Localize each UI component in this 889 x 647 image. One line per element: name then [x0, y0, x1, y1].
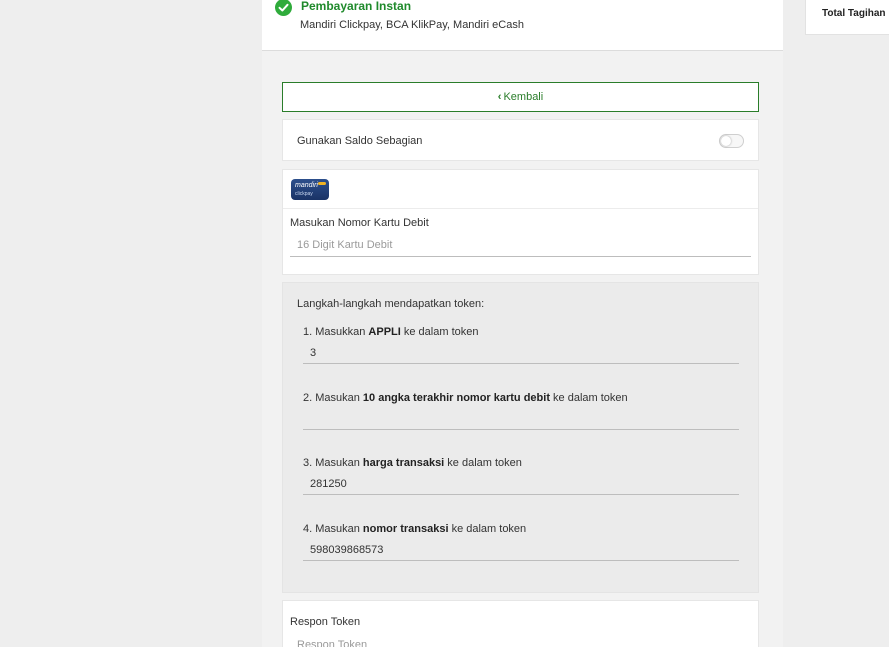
partial-balance-label: Gunakan Saldo Sebagian — [297, 135, 423, 147]
instant-payment-methods: Mandiri Clickpay, BCA KlikPay, Mandiri e… — [300, 19, 524, 31]
bank-logo-row: mandiri clickpay — [283, 170, 758, 209]
step-4-emphasis: nomor transaksi — [362, 523, 449, 535]
instant-payment-title: Pembayaran Instan — [301, 0, 412, 13]
back-button-label: Kembali — [503, 91, 544, 103]
logo-stripe — [318, 182, 326, 185]
step-4-label: 4. Masukan nomor transaksi ke dalam toke… — [303, 523, 526, 535]
debit-card-label: Masukan Nomor Kartu Debit — [290, 217, 429, 229]
step-1-prefix: 1. Masukkan — [303, 326, 369, 338]
step-2-label: 2. Masukan 10 angka terakhir nomor kartu… — [303, 392, 628, 404]
token-heading: Langkah-langkah mendapatkan token: — [297, 298, 485, 310]
step-3-label: 3. Masukan harga transaksi ke dalam toke… — [303, 457, 522, 469]
mandiri-clickpay-logo: mandiri clickpay — [291, 179, 329, 200]
step-4-prefix: 4. Masukan — [303, 523, 363, 535]
token-response-input[interactable] — [290, 634, 751, 647]
step-1-input[interactable] — [303, 342, 739, 364]
step-1-label: 1. Masukkan APPLI ke dalam token — [303, 326, 478, 338]
chevron-left-icon: ‹ — [497, 91, 502, 103]
step-2-suffix: ke dalam token — [549, 392, 628, 404]
logo-subtext: clickpay — [295, 191, 313, 197]
order-summary-card: Total Tagihan — [805, 0, 889, 35]
step-2-emphasis: 10 angka terakhir nomor kartu debit — [362, 392, 550, 404]
total-bill-label: Total Tagihan — [822, 8, 886, 19]
instant-payment-header: Pembayaran Instan Mandiri Clickpay, BCA … — [262, 0, 783, 51]
step-1-emphasis: APPLI — [368, 326, 401, 338]
step-2-input[interactable] — [303, 408, 739, 430]
step-4-suffix: ke dalam token — [448, 523, 527, 535]
step-1-suffix: ke dalam token — [400, 326, 479, 338]
token-response-label: Respon Token — [290, 616, 361, 628]
token-response-section: Respon Token — [282, 600, 759, 647]
step-3-input[interactable] — [303, 473, 739, 495]
token-instructions: Langkah-langkah mendapatkan token: 1. Ma… — [282, 282, 759, 593]
step-3-suffix: ke dalam token — [444, 457, 522, 469]
step-4-input[interactable] — [303, 539, 739, 561]
partial-balance-toggle[interactable] — [719, 134, 744, 148]
check-circle-icon — [275, 0, 292, 16]
payment-column: Pembayaran Instan Mandiri Clickpay, BCA … — [262, 0, 783, 647]
debit-card-input[interactable] — [290, 234, 751, 257]
step-3-emphasis: harga transaksi — [362, 457, 445, 469]
debit-card-section: mandiri clickpay Masukan Nomor Kartu Deb… — [282, 169, 759, 275]
toggle-knob — [721, 136, 731, 146]
step-2-prefix: 2. Masukan — [303, 392, 363, 404]
step-3-prefix: 3. Masukan — [303, 457, 363, 469]
partial-balance-card: Gunakan Saldo Sebagian — [282, 119, 759, 161]
back-button[interactable]: ‹ Kembali — [282, 82, 759, 112]
